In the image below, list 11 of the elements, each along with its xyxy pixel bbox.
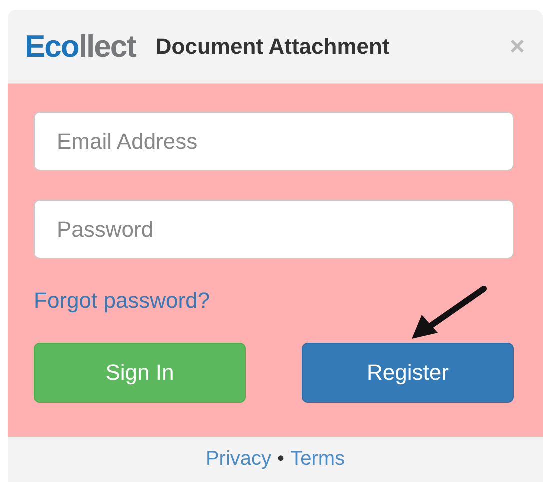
email-field[interactable]: Email Address <box>34 112 514 171</box>
register-button[interactable]: Register <box>302 343 514 403</box>
forgot-password-link[interactable]: Forgot password? <box>34 288 210 314</box>
privacy-link[interactable]: Privacy <box>206 448 272 471</box>
window-title: Document Attachment <box>156 34 390 60</box>
password-field[interactable]: Password <box>34 200 514 259</box>
separator-dot: • <box>278 448 285 471</box>
logo: Ecollect <box>25 31 136 62</box>
close-button[interactable]: × <box>510 31 525 62</box>
sign-in-button[interactable]: Sign In <box>34 343 246 403</box>
terms-link[interactable]: Terms <box>290 448 346 471</box>
